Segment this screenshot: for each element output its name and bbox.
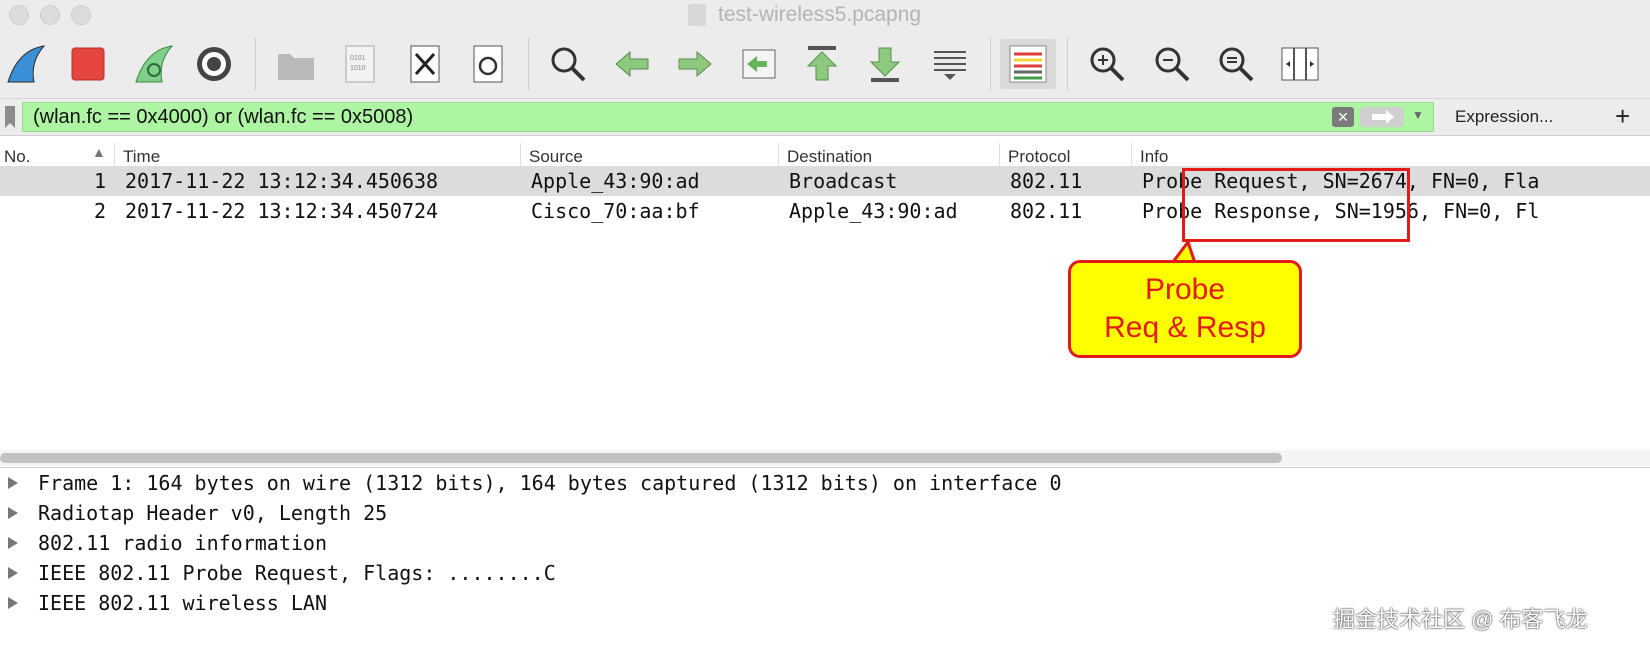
scrollbar-thumb[interactable] (0, 453, 1282, 463)
expand-triangle-icon[interactable] (8, 597, 18, 609)
colorize-button[interactable] (1000, 39, 1056, 89)
reload-file-button[interactable] (466, 42, 510, 86)
packet-source: Cisco_70:aa:bf (531, 199, 700, 223)
callout-line-2: Req & Resp (1104, 311, 1266, 344)
packet-no: 1 (94, 169, 107, 193)
arrow-down-icon (869, 47, 901, 82)
packet-no: 2 (94, 199, 107, 223)
gear-icon (197, 47, 231, 81)
watermark: 掘金技术社区 @ 布客飞龙 (1333, 607, 1588, 632)
go-last-packet-button[interactable] (863, 42, 907, 86)
detail-text: Frame 1: 164 bytes on wire (1312 bits), … (38, 471, 1062, 495)
go-to-packet-button[interactable] (737, 42, 781, 86)
go-first-packet-button[interactable] (800, 42, 844, 86)
magnifier-icon (551, 47, 586, 82)
restart-capture-button[interactable] (132, 42, 176, 86)
resize-columns-icon (1281, 47, 1319, 81)
expand-triangle-icon[interactable] (8, 537, 18, 549)
main-toolbar: 0101 1010 (0, 30, 1650, 98)
detail-text: Radiotap Header v0, Length 25 (38, 501, 388, 525)
zoom-in-button[interactable] (1085, 42, 1129, 86)
chevron-down-icon[interactable]: ▼ (1412, 108, 1424, 122)
binary-file-icon: 0101 1010 (345, 45, 375, 83)
normal-size-button[interactable] (1214, 42, 1258, 86)
callout-line-1: Probe (1144, 273, 1226, 306)
packet-destination: Apple_43:90:ad (789, 199, 958, 223)
shark-fin-restart-icon (135, 45, 174, 83)
arrow-up-icon (806, 46, 838, 81)
document-icon (688, 4, 706, 26)
column-header-info[interactable]: Info (1140, 147, 1168, 167)
toolbar-separator (990, 38, 991, 90)
display-filter-input[interactable]: (wlan.fc == 0x4000) or (wlan.fc == 0x500… (22, 102, 1434, 132)
annotation-callout: Probe Req & Resp (1068, 260, 1302, 358)
arrow-left-icon (615, 50, 649, 78)
open-file-button[interactable] (274, 42, 318, 86)
zoom-out-button[interactable] (1150, 42, 1194, 86)
window-title: test-wireless5.pcapng (718, 3, 922, 26)
toolbar-separator (528, 38, 529, 90)
annotation-highlight-box (1182, 168, 1410, 242)
close-window-button[interactable] (9, 5, 29, 25)
go-back-button[interactable] (610, 42, 654, 86)
capture-options-button[interactable] (192, 42, 236, 86)
toolbar-separator (255, 38, 256, 90)
column-header-protocol[interactable]: Protocol (1008, 147, 1070, 167)
zoom-in-icon (1090, 47, 1125, 82)
expand-triangle-icon[interactable] (8, 567, 18, 579)
arrow-right-icon (1372, 110, 1394, 124)
apply-filter-button[interactable] (1360, 107, 1404, 127)
column-header-no[interactable]: No. (4, 147, 30, 167)
zoom-reset-icon (1219, 47, 1254, 82)
svg-text:0101: 0101 (350, 55, 366, 62)
column-header-source[interactable]: Source (529, 147, 583, 167)
expression-button[interactable]: Expression... (1455, 105, 1553, 129)
reload-icon (473, 45, 503, 83)
column-header-destination[interactable]: Destination (787, 147, 872, 167)
toolbar-separator (1067, 38, 1068, 90)
detail-text: IEEE 802.11 Probe Request, Flags: ......… (38, 561, 556, 585)
close-file-button[interactable] (403, 42, 447, 86)
expand-triangle-icon[interactable] (8, 477, 18, 489)
close-file-icon (410, 45, 440, 83)
detail-text: IEEE 802.11 wireless LAN (38, 591, 327, 615)
packet-destination: Broadcast (789, 169, 898, 193)
arrow-right-icon (678, 50, 712, 78)
title-bar: test-wireless5.pcapng (0, 0, 1650, 30)
stop-icon (71, 47, 105, 81)
column-header-time[interactable]: Time (123, 147, 160, 167)
bookmark-icon[interactable] (5, 106, 15, 128)
shark-fin-icon (7, 45, 46, 83)
start-capture-button[interactable] (4, 42, 48, 86)
packet-time: 2017-11-22 13:12:34.450724 (125, 199, 439, 223)
display-filter-bar: (wlan.fc == 0x4000) or (wlan.fc == 0x500… (0, 98, 1650, 136)
add-filter-button[interactable]: + (1615, 101, 1630, 131)
zoom-window-button[interactable] (71, 5, 91, 25)
minimize-window-button[interactable] (40, 5, 60, 25)
packet-protocol: 802.11 (1010, 169, 1083, 193)
auto-scroll-icon (934, 51, 966, 80)
expand-triangle-icon[interactable] (8, 507, 18, 519)
sort-ascending-icon: ▲ (92, 144, 106, 160)
auto-scroll-button[interactable] (928, 42, 972, 86)
zoom-out-icon (1155, 47, 1190, 82)
go-forward-button[interactable] (673, 42, 717, 86)
jump-to-packet-icon (742, 49, 776, 79)
resize-columns-button[interactable] (1278, 42, 1322, 86)
packet-list-scrollbar[interactable] (0, 450, 1650, 466)
stop-capture-button[interactable] (66, 42, 110, 86)
clear-filter-button[interactable]: × (1332, 107, 1354, 127)
save-file-button[interactable]: 0101 1010 (338, 42, 382, 86)
svg-text:1010: 1010 (350, 65, 366, 72)
colorize-icon (1009, 45, 1047, 83)
packet-time: 2017-11-22 13:12:34.450638 (125, 169, 439, 193)
find-packet-button[interactable] (546, 42, 590, 86)
packet-source: Apple_43:90:ad (531, 169, 700, 193)
folder-icon (278, 54, 314, 80)
detail-text: 802.11 radio information (38, 531, 327, 555)
packet-protocol: 802.11 (1010, 199, 1083, 223)
